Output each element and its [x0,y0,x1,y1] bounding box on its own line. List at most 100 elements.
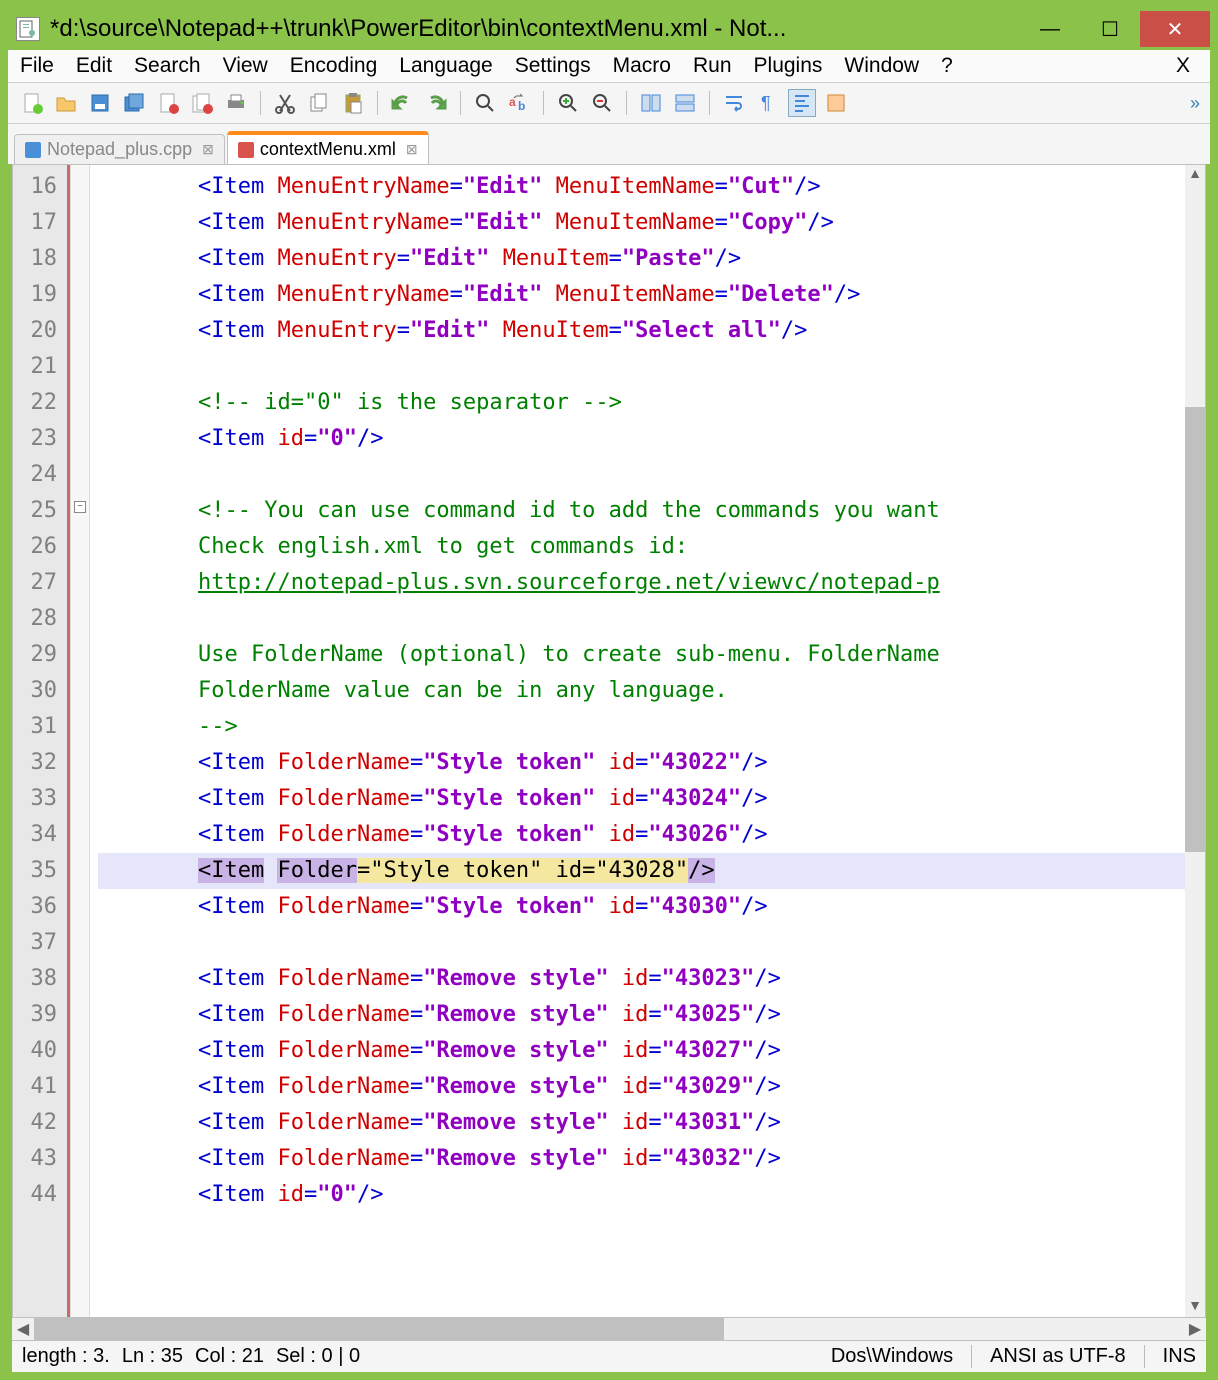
file-dirty-icon [238,142,254,158]
code-line[interactable]: <Item MenuEntryName="Edit" MenuItemName=… [98,205,1185,241]
scroll-right-icon[interactable]: ▶ [1184,1319,1206,1339]
horizontal-scrollbar[interactable]: ◀ ▶ [12,1318,1206,1340]
fold-toggle-icon[interactable]: − [74,501,86,513]
menu-help[interactable]: ? [941,54,953,78]
code-line[interactable]: <Item FolderName="Style token" id="43024… [98,781,1185,817]
code-line[interactable]: <Item FolderName="Style token" id="43026… [98,817,1185,853]
tab-active[interactable]: contextMenu.xml ⊠ [227,131,429,164]
wordwrap-icon[interactable] [720,89,748,117]
code-line[interactable]: <Item FolderName="Remove style" id="4303… [98,1105,1185,1141]
code-line[interactable]: Use FolderName (optional) to create sub-… [98,637,1185,673]
close-button[interactable]: ✕ [1140,11,1210,47]
open-file-icon[interactable] [52,89,80,117]
code-line[interactable]: http://notepad-plus.svn.sourceforge.net/… [98,565,1185,601]
code-line[interactable]: <Item MenuEntry="Edit" MenuItem="Select … [98,313,1185,349]
undo-icon[interactable] [388,89,416,117]
user-lang-icon[interactable] [822,89,850,117]
menu-file[interactable]: File [20,54,54,78]
tab-close-icon[interactable]: ⊠ [202,141,214,158]
tab-close-icon[interactable]: ⊠ [406,141,418,158]
scroll-track[interactable] [34,1318,1184,1340]
menubar: File Edit Search View Encoding Language … [8,50,1210,83]
code-line[interactable]: <Item Folder="Style token" id="43028"/> [98,853,1185,889]
find-icon[interactable] [471,89,499,117]
code-line[interactable] [98,1213,1185,1231]
code-line[interactable]: <Item FolderName="Remove style" id="4302… [98,1033,1185,1069]
status-eol: Dos\Windows [831,1345,953,1368]
menu-view[interactable]: View [223,54,268,78]
code-line[interactable]: <!-- You can use command id to add the c… [98,493,1185,529]
window-title: *d:\source\Notepad++\trunk\PowerEditor\b… [50,15,1020,43]
sync-h-icon[interactable] [671,89,699,117]
cut-icon[interactable] [271,89,299,117]
zoom-in-icon[interactable] [554,89,582,117]
replace-icon[interactable]: ab [505,89,533,117]
code-line[interactable]: <Item FolderName="Remove style" id="4302… [98,961,1185,997]
menu-macro[interactable]: Macro [613,54,671,78]
fold-margin[interactable]: − [70,165,90,1317]
code-line[interactable]: <Item id="0"/> [98,421,1185,457]
save-all-icon[interactable] [120,89,148,117]
code-line[interactable]: <Item FolderName="Remove style" id="4302… [98,997,1185,1033]
line-number-gutter: 1617181920212223242526272829303132333435… [13,165,67,1317]
tab-inactive[interactable]: Notepad_plus.cpp ⊠ [14,134,225,164]
code-line[interactable] [98,457,1185,493]
menu-plugins[interactable]: Plugins [754,54,823,78]
code-line[interactable] [98,925,1185,961]
new-file-icon[interactable] [18,89,46,117]
code-line[interactable]: <Item FolderName="Style token" id="43030… [98,889,1185,925]
code-line[interactable] [98,601,1185,637]
close-all-icon[interactable] [188,89,216,117]
paste-icon[interactable] [339,89,367,117]
sync-v-icon[interactable] [637,89,665,117]
minimize-button[interactable]: — [1020,11,1080,47]
toolbar-separator [543,91,544,115]
toolbar-separator [377,91,378,115]
scroll-track[interactable] [1185,185,1205,1297]
code-line[interactable]: FolderName value can be in any language. [98,673,1185,709]
menu-run[interactable]: Run [693,54,732,78]
copy-icon[interactable] [305,89,333,117]
code-line[interactable]: Check english.xml to get commands id: [98,529,1185,565]
redo-icon[interactable] [422,89,450,117]
code-line[interactable]: --> [98,709,1185,745]
code-line[interactable]: <Item MenuEntryName="Edit" MenuItemName=… [98,277,1185,313]
zoom-out-icon[interactable] [588,89,616,117]
menu-language[interactable]: Language [399,54,492,78]
menu-window[interactable]: Window [844,54,919,78]
status-col: Col : 21 [195,1345,264,1368]
scroll-left-icon[interactable]: ◀ [12,1319,34,1339]
vertical-scrollbar[interactable]: ▲ ▼ [1185,165,1205,1317]
code-line[interactable]: <Item MenuEntry="Edit" MenuItem="Paste"/… [98,241,1185,277]
code-line[interactable]: <Item FolderName="Style token" id="43022… [98,745,1185,781]
menu-settings[interactable]: Settings [515,54,591,78]
status-sel: Sel : 0 | 0 [276,1345,360,1368]
code-line[interactable]: <Item id="0"/> [98,1177,1185,1213]
scroll-down-icon[interactable]: ▼ [1188,1297,1202,1317]
code-line[interactable]: <Item FolderName="Remove style" id="4303… [98,1141,1185,1177]
print-icon[interactable] [222,89,250,117]
menu-edit[interactable]: Edit [76,54,112,78]
close-file-icon[interactable] [154,89,182,117]
scroll-up-icon[interactable]: ▲ [1188,165,1202,185]
code-line[interactable] [98,349,1185,385]
toolbar-separator [709,91,710,115]
code-area[interactable]: <Item MenuEntryName="Edit" MenuItemName=… [90,165,1185,1317]
code-line[interactable]: <Item MenuEntryName="Edit" MenuItemName=… [98,169,1185,205]
status-ins: INS [1163,1345,1196,1368]
menu-encoding[interactable]: Encoding [290,54,378,78]
code-line[interactable]: <!-- id="0" is the separator --> [98,385,1185,421]
save-icon[interactable] [86,89,114,117]
show-all-chars-icon[interactable]: ¶ [754,89,782,117]
maximize-button[interactable]: ☐ [1080,11,1140,47]
scroll-thumb[interactable] [34,1318,724,1340]
menu-close-doc[interactable]: X [1176,54,1198,78]
file-icon [25,142,41,158]
code-line[interactable]: <Item FolderName="Remove style" id="4302… [98,1069,1185,1105]
menu-search[interactable]: Search [134,54,201,78]
titlebar[interactable]: *d:\source\Notepad++\trunk\PowerEditor\b… [8,8,1210,50]
toolbar-overflow-icon[interactable]: » [1190,93,1200,114]
status-line: Ln : 35 [122,1345,183,1368]
indent-guide-icon[interactable] [788,89,816,117]
scroll-thumb[interactable] [1185,407,1205,852]
